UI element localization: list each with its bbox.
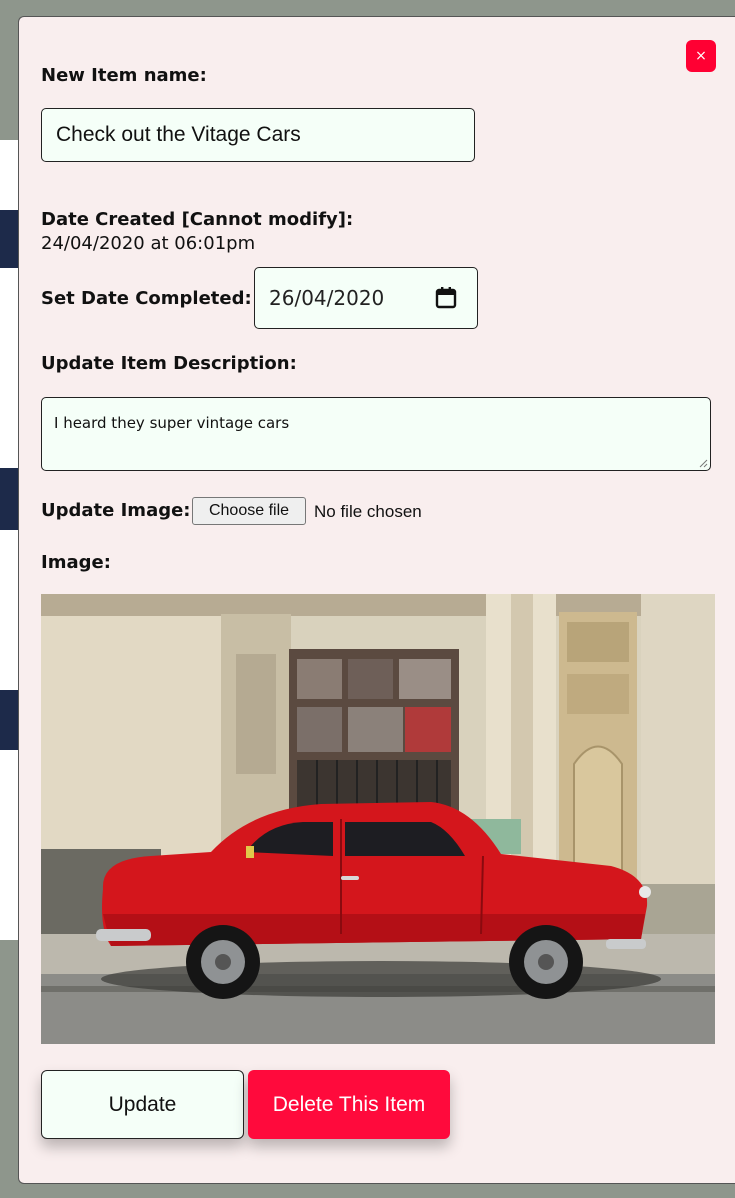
date-created-label: Date Created [Cannot modify]:: [41, 209, 354, 230]
description-textarea[interactable]: I heard they super vintage cars: [41, 397, 711, 471]
edit-item-modal: × New Item name: Check out the Vitage Ca…: [18, 16, 735, 1184]
description-label: Update Item Description:: [41, 353, 297, 374]
resize-handle-icon[interactable]: [698, 458, 708, 468]
delete-item-button[interactable]: Delete This Item: [248, 1070, 450, 1139]
calendar-icon[interactable]: [435, 286, 457, 310]
item-image: [41, 594, 715, 1044]
date-completed-value: 26/04/2020: [269, 286, 385, 310]
item-name-input[interactable]: Check out the Vitage Cars: [41, 108, 475, 162]
vintage-car-photo: [41, 594, 715, 1044]
background-strip: [0, 268, 18, 468]
image-label: Image:: [41, 552, 111, 573]
date-completed-label: Set Date Completed:: [41, 288, 252, 309]
date-completed-input[interactable]: 26/04/2020: [254, 267, 478, 329]
background-strip-dark: [0, 210, 18, 268]
background-strip: [0, 140, 18, 210]
description-text: I heard they super vintage cars: [54, 414, 290, 432]
close-button[interactable]: ×: [686, 40, 716, 72]
background-strip: [0, 750, 18, 940]
background-strip-dark: [0, 690, 18, 750]
item-name-label: New Item name:: [41, 65, 207, 86]
file-status: No file chosen: [314, 502, 422, 521]
background-strip-dark: [0, 468, 18, 530]
update-button[interactable]: Update: [41, 1070, 244, 1139]
choose-file-button[interactable]: Choose file: [192, 497, 306, 525]
update-image-label: Update Image:: [41, 500, 191, 521]
date-created-value: 24/04/2020 at 06:01pm: [41, 233, 256, 254]
background-strip: [0, 530, 18, 690]
